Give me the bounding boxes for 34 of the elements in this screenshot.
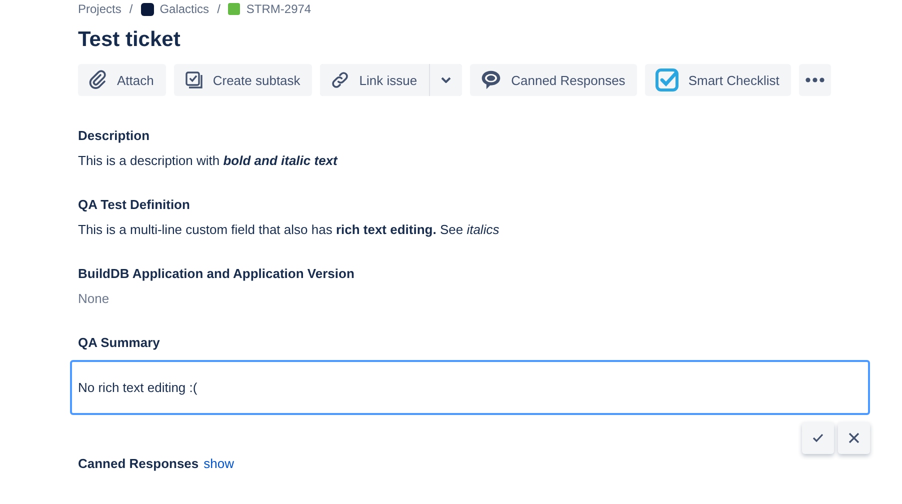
field-value: This is a multi-line custom field that also has rich text editing. See italics	[78, 222, 500, 237]
caret-icon	[441, 77, 452, 83]
toolbar-button[interactable]: Create subtask	[174, 64, 312, 96]
text-field[interactable]: No rich text editing :(	[70, 360, 870, 415]
section-label: Canned Responses	[78, 456, 199, 472]
subtask-icon	[184, 70, 204, 90]
project-avatar-icon	[140, 2, 154, 16]
toolbar-button[interactable]: Link issue	[320, 64, 430, 96]
field-label: QA Test Definition	[78, 197, 191, 212]
issue-title: Test ticket	[78, 27, 182, 53]
breadcrumb-link[interactable]: Projects	[78, 2, 122, 16]
field-label: BuildDB Application and Application Version	[78, 266, 356, 281]
cancel-button[interactable]	[838, 422, 870, 454]
link-icon	[330, 70, 350, 90]
breadcrumb-separator: /	[217, 2, 220, 16]
field-label: QA Summary	[78, 335, 161, 350]
toolbar-button[interactable]: Canned Responses	[470, 64, 638, 96]
speech-bubble-icon	[480, 69, 502, 91]
more-button[interactable]	[799, 64, 832, 96]
field-value: This is a description with bold and italic text	[78, 153, 339, 168]
breadcrumb-link[interactable]: STRM-2974	[246, 2, 312, 16]
checklist-icon	[655, 68, 680, 92]
toolbar-button[interactable]: Smart Checklist	[645, 64, 792, 96]
show-link[interactable]: show	[204, 456, 234, 472]
breadcrumb-separator: /	[129, 2, 133, 16]
field-label: Description	[78, 128, 151, 143]
issue-type-icon	[228, 3, 240, 15]
paperclip-icon	[88, 70, 108, 90]
close-icon	[848, 432, 860, 444]
breadcrumb-link[interactable]: Galactics	[160, 2, 210, 16]
toolbar-button[interactable]: Attach	[78, 64, 166, 96]
field-value: None	[78, 291, 110, 306]
more-icon	[805, 77, 826, 83]
checkmark-icon	[812, 433, 824, 443]
